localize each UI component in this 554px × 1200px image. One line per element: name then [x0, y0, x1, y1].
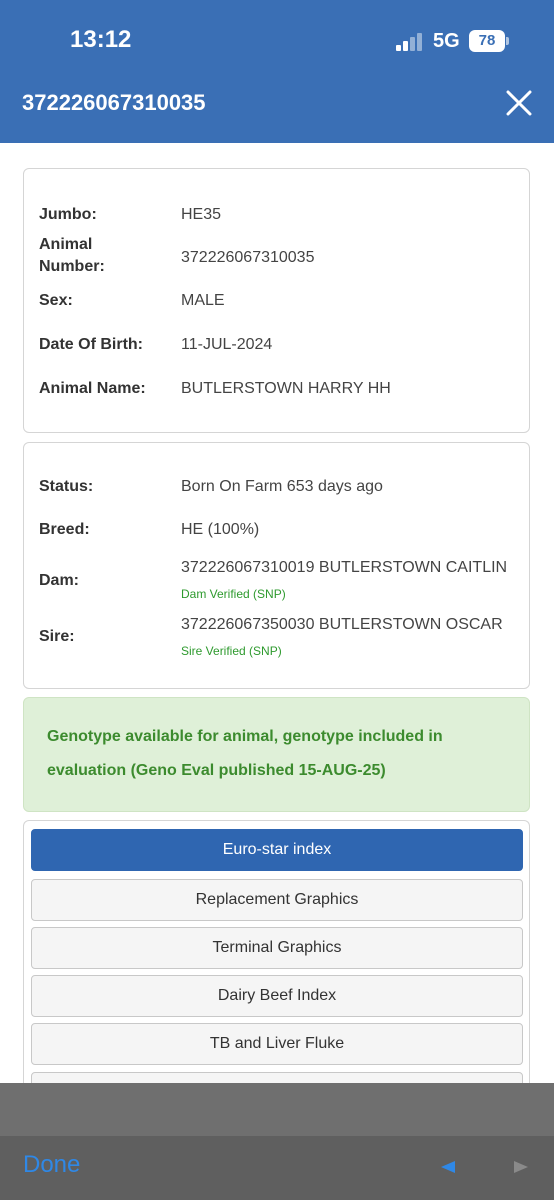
- detail-label: Dam:: [39, 572, 80, 589]
- close-icon[interactable]: [504, 88, 534, 118]
- sire-verified-badge: Sire Verified (SNP): [181, 644, 282, 658]
- genotype-notice: Genotype available for animal, genotype …: [23, 697, 530, 812]
- detail-row-animal-number: Animal Number: 372226067310035: [39, 234, 519, 282]
- animal-details-card: Jumbo: HE35 Animal Number: 3722260673100…: [23, 168, 530, 433]
- detail-row-jumbo: Jumbo: HE35: [39, 202, 519, 228]
- detail-label: Date Of Birth:: [39, 336, 143, 353]
- signal-icon: [396, 31, 424, 51]
- triangle-right-icon[interactable]: [513, 1160, 529, 1179]
- detail-value: HE (100%): [181, 521, 260, 538]
- bottom-toolbar: Done: [0, 1136, 554, 1200]
- triangle-left-icon[interactable]: [440, 1160, 456, 1179]
- detail-label: Breed:: [39, 521, 90, 538]
- tab-replacement-graphics[interactable]: Replacement Graphics: [31, 879, 523, 921]
- detail-label: Sex:: [39, 292, 73, 309]
- tab-terminal-graphics[interactable]: Terminal Graphics: [31, 927, 523, 969]
- tab-euro-star-index[interactable]: Euro-star index: [31, 829, 523, 871]
- detail-label: Sire:: [39, 628, 75, 645]
- detail-label: Jumbo:: [39, 206, 97, 223]
- done-button[interactable]: Done: [23, 1151, 80, 1179]
- detail-row-date-of-birth: Date Of Birth: 11-JUL-2024: [39, 332, 519, 358]
- detail-row-animal-name: Animal Name: BUTLERSTOWN HARRY HH: [39, 376, 519, 402]
- detail-value: BUTLERSTOWN HARRY HH: [181, 380, 391, 397]
- status-time: 13:12: [70, 26, 132, 53]
- tab-tb-and-liver-fluke[interactable]: TB and Liver Fluke: [31, 1023, 523, 1065]
- tab-dairy-beef-index[interactable]: Dairy Beef Index: [31, 975, 523, 1017]
- detail-row-sire: Sire: 372226067350030 BUTLERSTOWN OSCAR …: [39, 612, 519, 664]
- detail-value: MALE: [181, 292, 225, 309]
- sire-value[interactable]: 372226067350030 BUTLERSTOWN OSCAR: [181, 616, 503, 633]
- battery-tip: [506, 37, 509, 45]
- detail-row-sex: Sex: MALE: [39, 288, 519, 314]
- detail-row-breed: Breed: HE (100%): [39, 517, 519, 543]
- detail-value: HE35: [181, 206, 222, 223]
- detail-row-status: Status: Born On Farm 653 days ago: [39, 474, 519, 500]
- detail-label: Animal Name:: [39, 380, 146, 397]
- keyboard-accessory-bar: [0, 1083, 554, 1136]
- network-label: 5G: [433, 30, 460, 52]
- detail-row-dam: Dam: 372226067310019 BUTLERSTOWN CAITLIN…: [39, 555, 519, 607]
- detail-label: Status:: [39, 478, 94, 495]
- pedigree-card: Status: Born On Farm 653 days ago Breed:…: [23, 442, 530, 689]
- detail-value: Born On Farm 653 days ago: [181, 478, 383, 495]
- detail-label: Animal Number:: [39, 236, 105, 275]
- battery-icon: 78: [469, 30, 505, 52]
- dam-verified-badge: Dam Verified (SNP): [181, 587, 286, 601]
- header-bar: 13:12 5G 78 372226067310035: [0, 0, 554, 143]
- report-tabs: Euro-star index Replacement Graphics Ter…: [23, 820, 530, 1110]
- page-title: 372226067310035: [22, 90, 206, 115]
- detail-value: 372226067310035: [181, 249, 315, 266]
- dam-value[interactable]: 372226067310019 BUTLERSTOWN CAITLIN: [181, 559, 507, 576]
- detail-value: 11-JUL-2024: [181, 336, 273, 353]
